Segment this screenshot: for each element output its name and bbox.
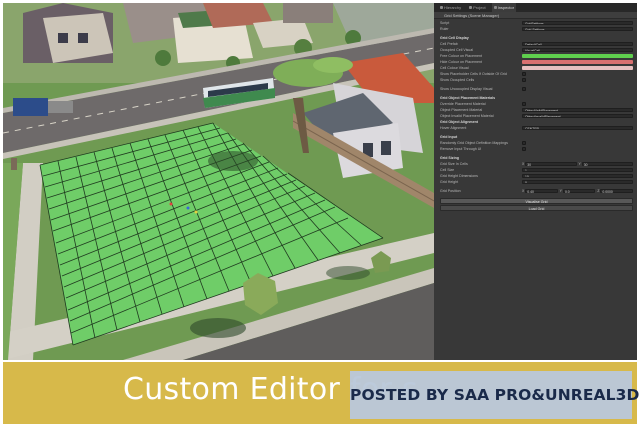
show-placeholder-toggle[interactable]: [522, 72, 526, 76]
grid-size-vector: X 30 Y 30: [522, 161, 633, 167]
valid-material-field[interactable]: ObjectValidPlacement: [522, 108, 633, 112]
grid-position-x-field[interactable]: 0.40: [525, 189, 558, 194]
load-grid-button[interactable]: Load Grid: [440, 205, 633, 211]
field-label: Show Occupied Cells: [440, 78, 475, 82]
scene-render: [3, 3, 434, 360]
editor-tab-bar: Hierarchy Project Inspector: [434, 3, 637, 12]
grid-height-field[interactable]: 0: [522, 180, 633, 184]
grid-position-y-field[interactable]: 0.0: [562, 189, 596, 194]
cell-size-field[interactable]: 1: [522, 168, 633, 172]
free-colour-swatch[interactable]: [522, 54, 633, 58]
tab-hierarchy[interactable]: Hierarchy: [438, 3, 463, 12]
grid-size-y-field[interactable]: 30: [581, 162, 633, 167]
occupied-cell-field[interactable]: VisualCell: [522, 48, 633, 52]
visualise-grid-button[interactable]: Visualise Grid: [440, 198, 633, 204]
remove-input-toggle[interactable]: [522, 147, 526, 151]
cell-colour-swatch[interactable]: [522, 66, 633, 70]
show-unoccupied-toggle[interactable]: [522, 87, 526, 91]
hierarchy-icon: [440, 6, 443, 9]
hover-alignment-dropdown[interactable]: CENTER: [522, 126, 633, 130]
field-label: Remove Input Through UI: [440, 147, 482, 151]
tab-inspector[interactable]: Inspector: [491, 3, 517, 12]
tab-project[interactable]: Project: [467, 3, 487, 12]
script-field[interactable]: GridSettings: [522, 21, 633, 25]
screenshot-frame: Hierarchy Project Inspector Grid Setting…: [0, 0, 640, 427]
component-header[interactable]: Grid Settings (Scene Manager): [434, 12, 637, 19]
field-label: Hover Alignment: [440, 126, 467, 130]
scene-viewport[interactable]: [3, 3, 434, 360]
override-material-toggle[interactable]: [522, 102, 526, 106]
field-grid-position: Grid Position X 0.40 Y 0.0 Z 0.0000: [440, 188, 634, 194]
tab-label: Hierarchy: [444, 5, 462, 10]
folder-icon: [469, 6, 473, 9]
inspector-rows: Script GridSettings Ruler Grid Settings …: [434, 19, 637, 194]
grid-size-x-field[interactable]: 30: [525, 162, 577, 167]
tab-label: Inspector: [497, 5, 515, 10]
component-title: Grid Settings (Scene Manager): [444, 13, 500, 18]
hide-colour-swatch[interactable]: [522, 60, 633, 64]
random-mappings-toggle[interactable]: [522, 141, 526, 145]
grid-position-z-field[interactable]: 0.0000: [600, 189, 634, 194]
grid-position-vector: X 0.40 Y 0.0 Z 0.0000: [522, 188, 634, 194]
cell-prefab-field[interactable]: DefaultCell: [522, 42, 633, 46]
watermark-label: POSTED BY SAA PRO&UNREAL3D: [350, 371, 639, 419]
show-occupied-toggle[interactable]: [522, 78, 526, 82]
ruler-field[interactable]: Grid Settings: [522, 27, 633, 31]
tab-label: Project: [473, 5, 486, 10]
invalid-material-field[interactable]: ObjectInvalidPlacement: [522, 114, 633, 118]
field-label: Grid Height: [440, 180, 459, 184]
height-dimensions-field[interactable]: 10: [522, 174, 633, 178]
field-label: Grid Position: [440, 189, 461, 193]
field-label: Show Unoccupied Display Visual: [440, 87, 493, 91]
inspector-panel: Hierarchy Project Inspector Grid Setting…: [434, 3, 637, 360]
info-icon: [493, 6, 497, 9]
field-label: Ruler: [440, 27, 449, 31]
